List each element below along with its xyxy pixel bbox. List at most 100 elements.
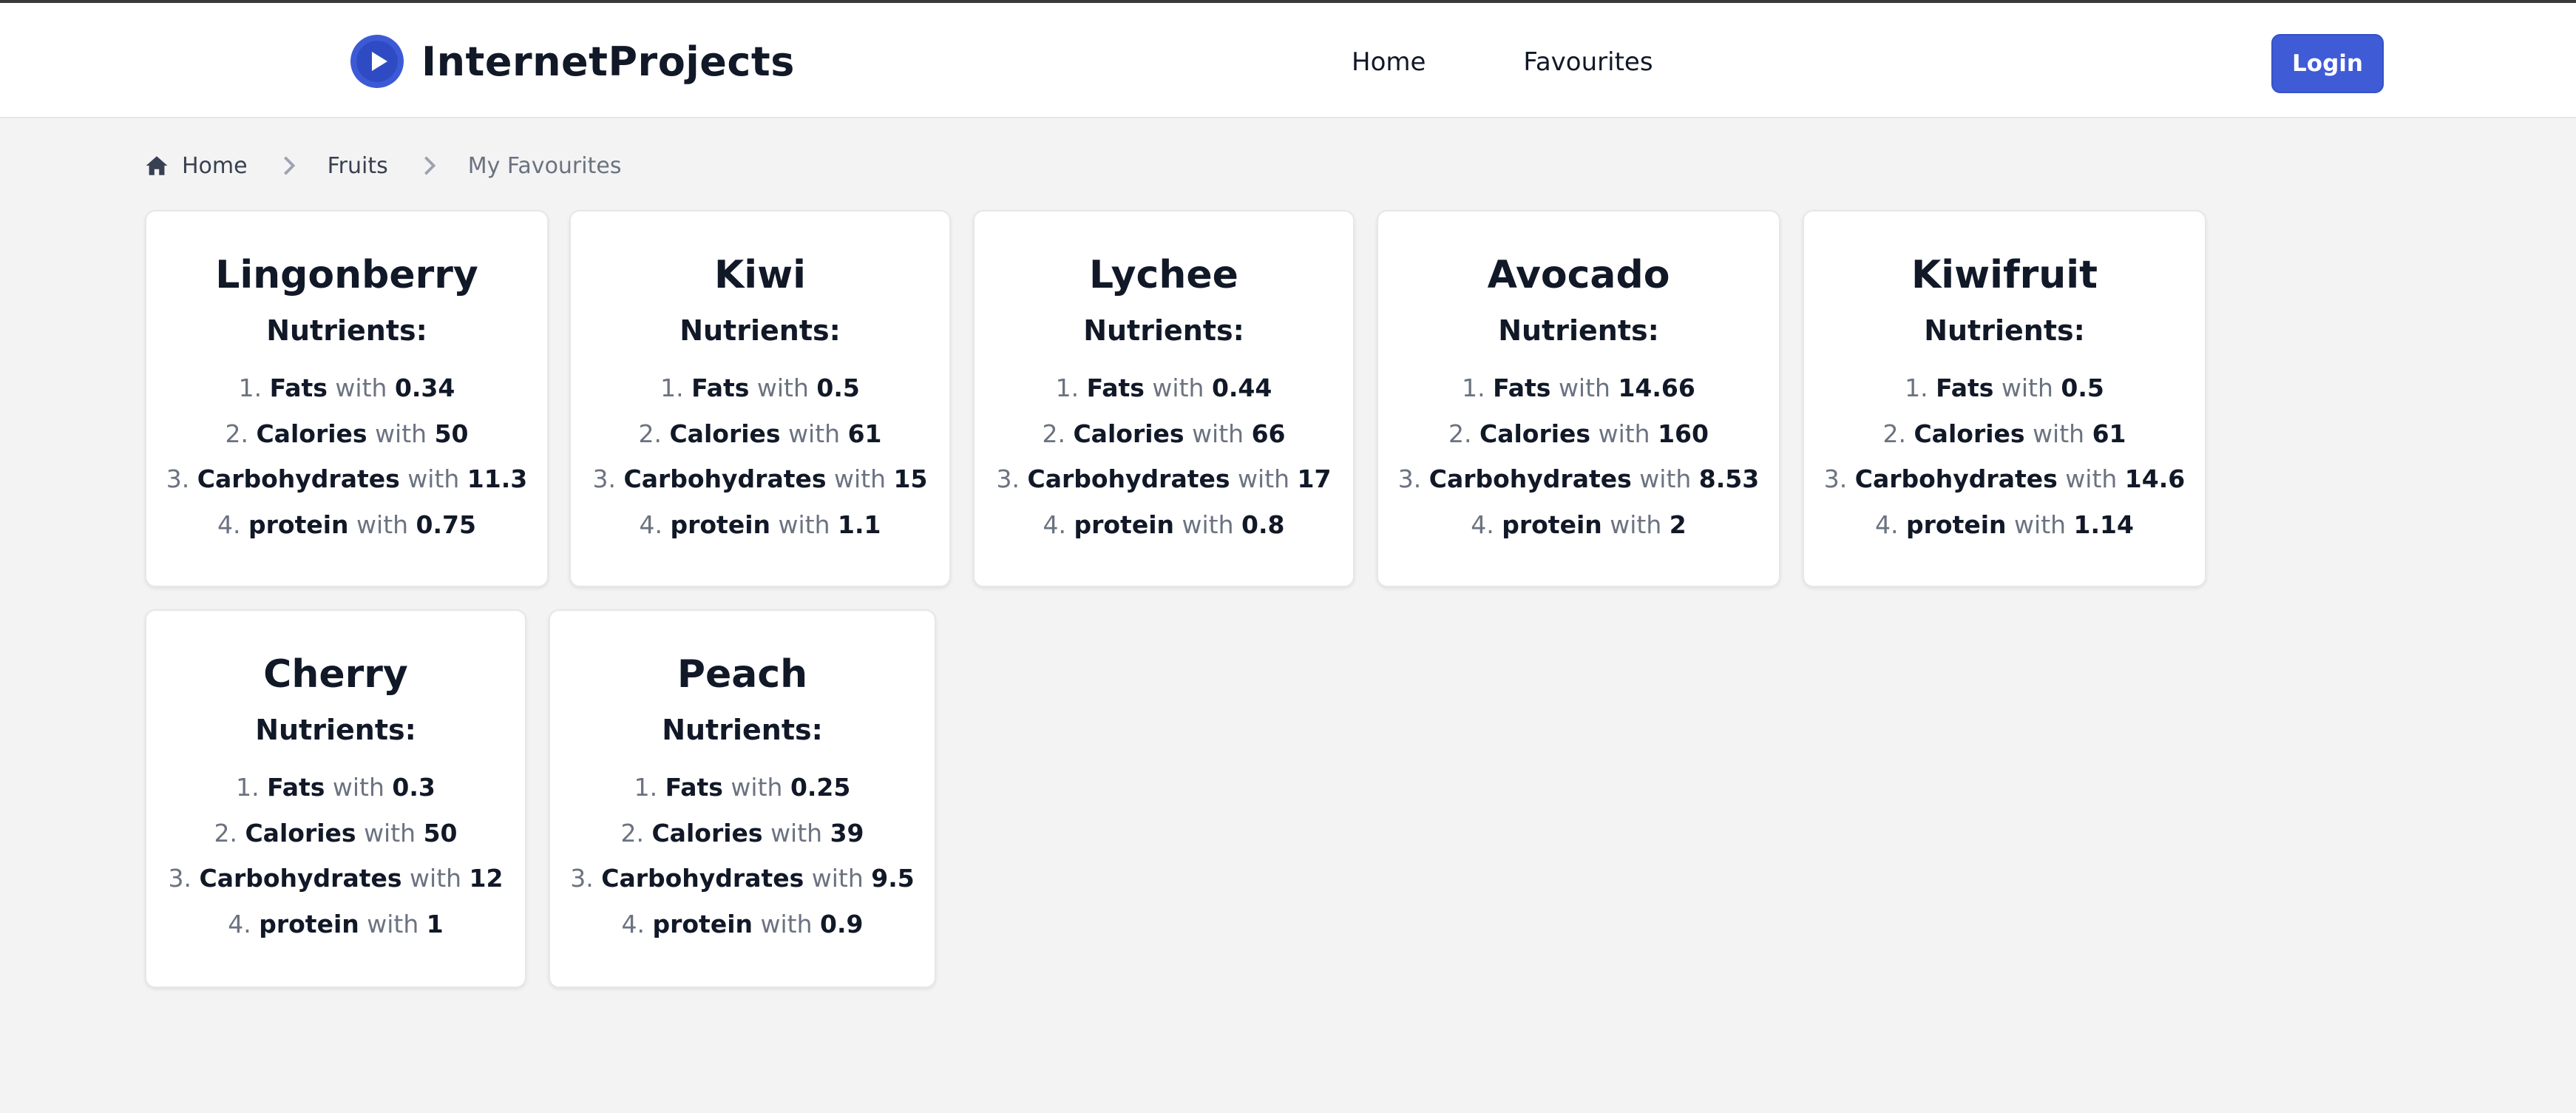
nutrient-index: 4. xyxy=(1471,510,1502,539)
nutrient-item: 4. protein with 1.1 xyxy=(571,502,949,548)
login-button[interactable]: Login xyxy=(2271,34,2384,93)
nutrient-with-label: with xyxy=(2065,464,2118,493)
breadcrumb: Home Fruits My Favourites xyxy=(145,148,621,183)
nutrient-with-label: with xyxy=(1182,510,1234,539)
nutrient-item: 3. Carbohydrates with 15 xyxy=(571,456,949,502)
fruit-name: Kiwi xyxy=(714,253,806,297)
nutrient-index: 4. xyxy=(639,510,671,539)
nutrient-name: protein xyxy=(1906,510,2007,539)
nutrient-value: 61 xyxy=(2092,419,2126,448)
fruit-card[interactable]: Lychee Nutrients: 1. Fats with 0.44 2. Calo… xyxy=(973,210,1355,587)
nutrient-index: 1. xyxy=(634,773,665,802)
nutrient-name: Calories xyxy=(1914,419,2025,448)
nutrient-with-label: with xyxy=(760,909,813,938)
nutrient-index: 4. xyxy=(621,909,653,938)
nutrient-name: Carbohydrates xyxy=(601,864,804,893)
brand[interactable]: InternetProjects xyxy=(350,34,795,89)
nutrient-with-label: with xyxy=(756,373,809,402)
nutrient-list: 1. Fats with 14.66 2. Calories with 160 3.… xyxy=(1378,365,1779,547)
nutrient-value: 15 xyxy=(893,464,928,493)
nutrient-with-label: with xyxy=(2014,510,2067,539)
nutrient-item: 2. Calories with 61 xyxy=(571,411,949,457)
nutrient-value: 50 xyxy=(423,818,458,848)
fruit-name: Lingonberry xyxy=(215,253,478,297)
nutrient-value: 14.66 xyxy=(1618,373,1695,402)
nutrients-heading: Nutrients: xyxy=(662,714,823,746)
nutrient-item: 3. Carbohydrates with 8.53 xyxy=(1378,456,1779,502)
nav-favourites-link[interactable]: Favourites xyxy=(1523,41,1653,83)
nutrient-with-label: with xyxy=(1610,510,1662,539)
fruit-card[interactable]: Kiwifruit Nutrients: 1. Fats with 0.5 2. Ca… xyxy=(1803,210,2206,587)
nutrient-name: protein xyxy=(259,909,359,938)
nutrient-list: 1. Fats with 0.44 2. Calories with 66 3. C… xyxy=(975,365,1353,547)
nutrient-index: 2. xyxy=(1042,419,1074,448)
nutrient-value: 8.53 xyxy=(1698,464,1760,493)
nutrient-value: 66 xyxy=(1251,419,1286,448)
nutrient-item: 1. Fats with 0.44 xyxy=(975,365,1353,411)
nutrient-name: Fats xyxy=(1086,373,1145,402)
nutrient-index: 3. xyxy=(592,464,624,493)
nutrient-name: Fats xyxy=(691,373,750,402)
nutrient-with-label: with xyxy=(1152,373,1204,402)
nav-home-link[interactable]: Home xyxy=(1352,41,1426,83)
nutrient-index: 3. xyxy=(1397,464,1429,493)
nutrient-name: Calories xyxy=(651,818,763,848)
nutrient-with-label: with xyxy=(2001,373,2053,402)
nutrient-name: Carbohydrates xyxy=(623,464,827,493)
fruit-card[interactable]: Peach Nutrients: 1. Fats with 0.25 2. Calor… xyxy=(549,609,936,988)
fruit-card[interactable]: Avocado Nutrients: 1. Fats with 14.66 2. Ca… xyxy=(1377,210,1780,587)
nutrient-value: 0.75 xyxy=(416,510,476,539)
nutrients-heading: Nutrients: xyxy=(1498,314,1659,347)
nutrient-name: Fats xyxy=(665,773,723,802)
breadcrumb-home[interactable]: Home xyxy=(145,153,248,179)
breadcrumb-fruits[interactable]: Fruits xyxy=(328,153,388,179)
fruit-card[interactable]: Cherry Nutrients: 1. Fats with 0.3 2. Calor… xyxy=(145,609,526,988)
nutrient-with-label: with xyxy=(407,464,460,493)
nutrient-value: 0.44 xyxy=(1211,373,1272,402)
nutrient-value: 0.34 xyxy=(394,373,455,402)
nutrient-item: 1. Fats with 0.34 xyxy=(146,365,547,411)
nutrient-with-label: with xyxy=(770,818,823,848)
nutrient-name: protein xyxy=(1502,510,1602,539)
nutrient-name: Carbohydrates xyxy=(1854,464,2058,493)
nutrient-item: 1. Fats with 0.3 xyxy=(146,765,525,811)
nutrient-name: Calories xyxy=(669,419,781,448)
nutrient-with-label: with xyxy=(375,419,427,448)
nutrient-index: 3. xyxy=(1823,464,1855,493)
nutrient-with-label: with xyxy=(335,373,387,402)
nutrient-name: Carbohydrates xyxy=(197,464,400,493)
nutrient-index: 1. xyxy=(1055,373,1087,402)
nutrient-with-label: with xyxy=(1598,419,1650,448)
nutrient-item: 4. protein with 1 xyxy=(146,901,525,947)
nutrient-name: protein xyxy=(670,510,771,539)
nutrient-index: 2. xyxy=(1448,419,1479,448)
nutrient-with-label: with xyxy=(778,510,830,539)
nutrient-name: protein xyxy=(248,510,349,539)
nutrient-name: Carbohydrates xyxy=(1027,464,1230,493)
nutrient-with-label: with xyxy=(1192,419,1244,448)
nutrient-index: 3. xyxy=(168,864,200,893)
brand-name: InternetProjects xyxy=(421,38,795,85)
nutrient-name: Fats xyxy=(1936,373,1994,402)
nutrient-item: 3. Carbohydrates with 11.3 xyxy=(146,456,547,502)
nutrient-value: 0.3 xyxy=(392,773,435,802)
nutrient-index: 2. xyxy=(638,419,670,448)
nutrient-value: 17 xyxy=(1297,464,1332,493)
nutrient-index: 3. xyxy=(570,864,602,893)
nutrient-name: Calories xyxy=(256,419,367,448)
nutrient-name: protein xyxy=(1074,510,1175,539)
nutrient-with-label: with xyxy=(356,510,409,539)
fruit-card[interactable]: Kiwi Nutrients: 1. Fats with 0.5 2. Calorie… xyxy=(569,210,951,587)
nutrient-item: 2. Calories with 160 xyxy=(1378,411,1779,457)
nutrient-with-label: with xyxy=(332,773,384,802)
nutrient-value: 39 xyxy=(830,818,864,848)
nutrient-name: Fats xyxy=(269,373,328,402)
nutrient-item: 1. Fats with 0.5 xyxy=(571,365,949,411)
nutrient-item: 4. protein with 0.75 xyxy=(146,502,547,548)
nutrient-index: 1. xyxy=(238,373,270,402)
fruit-card[interactable]: Lingonberry Nutrients: 1. Fats with 0.34 2.… xyxy=(145,210,549,587)
nutrient-index: 3. xyxy=(996,464,1028,493)
nutrient-with-label: with xyxy=(834,464,887,493)
nutrient-value: 0.5 xyxy=(2061,373,2104,402)
nutrient-value: 12 xyxy=(469,864,504,893)
